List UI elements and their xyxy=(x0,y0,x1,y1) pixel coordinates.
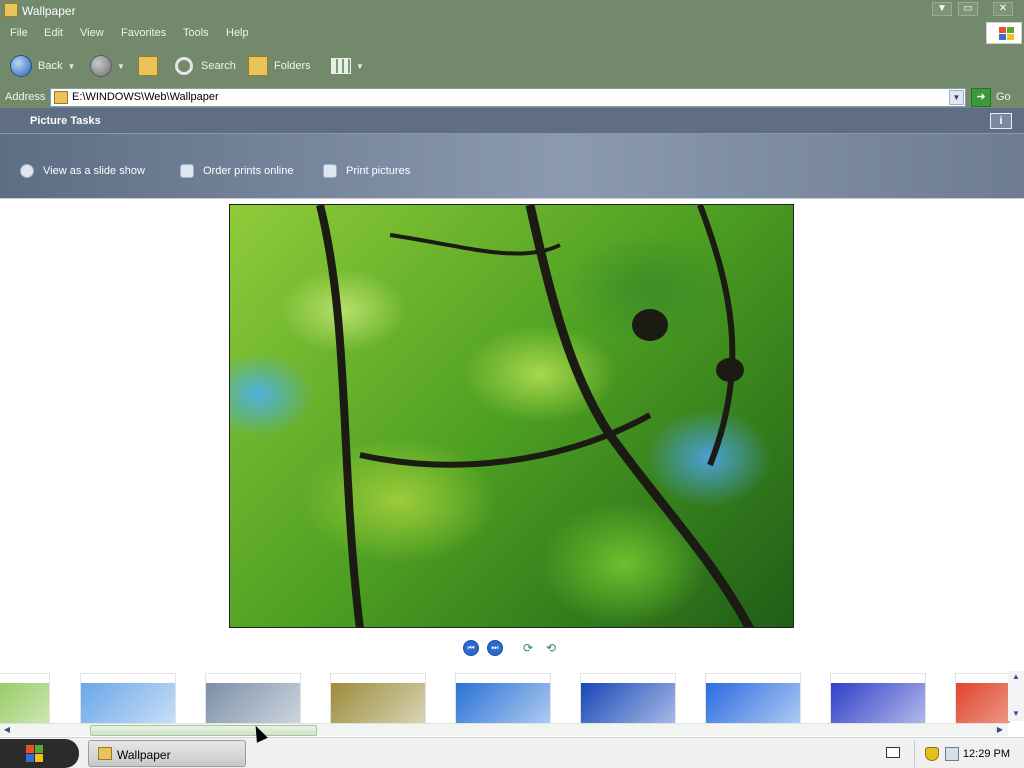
scroll-up-icon[interactable]: ▲ xyxy=(1011,672,1021,682)
thumbnail[interactable] xyxy=(705,673,801,723)
thumbnail-image xyxy=(206,683,300,723)
scrollbar-thumb[interactable] xyxy=(90,725,317,736)
clock[interactable]: 12:29 PM xyxy=(963,748,1010,760)
chevron-down-icon[interactable]: ▼ xyxy=(67,62,75,71)
go-arrow-icon[interactable]: ➜ xyxy=(971,88,991,107)
thumbnail[interactable] xyxy=(80,673,176,723)
filmstrip-horizontal-scrollbar[interactable]: ◀ ▶ xyxy=(0,723,1008,736)
thumbnail[interactable] xyxy=(955,673,1010,723)
thumbnail-image xyxy=(706,683,800,723)
previous-image-button[interactable]: ⏮ xyxy=(463,640,479,656)
title-bar: Wallpaper ▼ ▭ ✕ xyxy=(0,0,1024,21)
folders-label: Folders xyxy=(274,60,311,72)
taskbar: Wallpaper 12:29 PM xyxy=(0,737,1024,768)
thumbnail[interactable] xyxy=(0,673,50,723)
task-print-pictures[interactable]: Print pictures xyxy=(323,164,410,178)
address-bar: Address E:\WINDOWS\Web\Wallpaper ▼ ➜ Go xyxy=(0,87,1024,108)
chevron-down-icon[interactable]: ▼ xyxy=(949,90,964,105)
image-preview[interactable] xyxy=(229,204,794,628)
search-button[interactable]: Search xyxy=(175,53,236,79)
chevron-down-icon[interactable]: ▼ xyxy=(117,62,125,71)
scroll-right-icon[interactable]: ▶ xyxy=(994,724,1006,736)
thumbnail[interactable] xyxy=(205,673,301,723)
scroll-down-icon[interactable]: ▼ xyxy=(1011,709,1021,719)
menu-view[interactable]: View xyxy=(80,27,104,39)
filmstrip xyxy=(0,671,1010,723)
back-button[interactable]: Back ▼ xyxy=(10,53,75,79)
menu-favorites[interactable]: Favorites xyxy=(121,27,166,39)
folder-icon xyxy=(4,3,18,17)
picture-tasks-title: Picture Tasks xyxy=(30,115,101,127)
taskbar-window-button[interactable]: Wallpaper xyxy=(88,740,246,767)
minimize-button[interactable]: ▼ xyxy=(932,2,952,16)
task-label: View as a slide show xyxy=(43,165,145,177)
forward-arrow-icon xyxy=(90,55,112,77)
thumbnail-image xyxy=(331,683,425,723)
thumbnail[interactable] xyxy=(455,673,551,723)
search-icon xyxy=(175,57,193,75)
windows-logo-icon xyxy=(986,22,1022,44)
back-arrow-icon xyxy=(10,55,32,77)
menu-help[interactable]: Help xyxy=(226,27,249,39)
up-folder-icon xyxy=(138,56,158,76)
rotate-counterclockwise-icon[interactable]: ⟲ xyxy=(542,640,560,656)
next-image-button[interactable]: ⏭ xyxy=(487,640,503,656)
thumbnail-image xyxy=(456,683,550,723)
address-label: Address xyxy=(5,91,46,103)
task-slide-show[interactable]: View as a slide show xyxy=(20,164,145,178)
filmstrip-vertical-scrollbar[interactable]: ▲ ▼ xyxy=(1008,671,1024,721)
scroll-left-icon[interactable]: ◀ xyxy=(1,724,13,736)
thumbnail-image xyxy=(831,683,925,723)
address-input[interactable]: E:\WINDOWS\Web\Wallpaper ▼ xyxy=(50,88,966,107)
thumbnail-image xyxy=(581,683,675,723)
slideshow-icon xyxy=(20,164,34,178)
toolbar: Back ▼ ▼ Search Folders ▼ xyxy=(0,45,1024,87)
up-folder-button[interactable] xyxy=(138,53,158,79)
printer-icon xyxy=(323,164,337,178)
thumbnail-image xyxy=(956,683,1010,723)
security-shield-icon[interactable] xyxy=(925,747,939,761)
views-button[interactable]: ▼ xyxy=(331,53,364,79)
views-icon xyxy=(331,58,351,74)
folder-icon xyxy=(98,747,112,760)
branches-illustration xyxy=(316,205,754,627)
menu-file[interactable]: File xyxy=(10,27,28,39)
info-icon[interactable]: i xyxy=(990,113,1012,129)
window-title: Wallpaper xyxy=(22,4,76,18)
picture-tasks-panel: Picture Tasks i View as a slide show Ord… xyxy=(0,108,1024,198)
task-label: Order prints online xyxy=(203,165,294,177)
rotate-clockwise-icon[interactable]: ⟳ xyxy=(519,640,537,656)
go-button[interactable]: Go xyxy=(996,91,1011,103)
picture-tasks-header: Picture Tasks i xyxy=(0,108,1024,134)
maximize-button[interactable]: ▭ xyxy=(958,2,978,16)
windows-flag-icon xyxy=(26,745,43,762)
keyboard-icon[interactable] xyxy=(886,747,900,758)
network-icon[interactable] xyxy=(945,747,959,761)
address-value: E:\WINDOWS\Web\Wallpaper xyxy=(72,91,219,103)
back-label: Back xyxy=(38,60,63,72)
folders-icon xyxy=(248,56,268,76)
start-button[interactable] xyxy=(0,739,79,768)
search-label: Search xyxy=(201,60,236,72)
close-button[interactable]: ✕ xyxy=(993,2,1013,16)
system-tray: 12:29 PM xyxy=(914,740,1024,767)
thumbnail[interactable] xyxy=(580,673,676,723)
thumbnail[interactable] xyxy=(330,673,426,723)
menu-edit[interactable]: Edit xyxy=(44,27,63,39)
order-prints-icon xyxy=(180,164,194,178)
thumbnail[interactable] xyxy=(830,673,926,723)
task-order-prints[interactable]: Order prints online xyxy=(180,164,294,178)
taskbar-window-label: Wallpaper xyxy=(117,748,171,762)
folder-icon xyxy=(54,91,68,104)
thumbnail-image xyxy=(0,683,49,723)
filmstrip-view: ⏮ ⏭ ⟳ ⟲ ▲ ▼ ◀ ▶ xyxy=(0,198,1024,736)
folders-button[interactable]: Folders xyxy=(248,53,311,79)
menu-bar: File Edit View Favorites Tools Help xyxy=(0,21,1024,45)
thumbnail-image xyxy=(81,683,175,723)
task-label: Print pictures xyxy=(346,165,411,177)
menu-tools[interactable]: Tools xyxy=(183,27,209,39)
forward-button[interactable]: ▼ xyxy=(90,53,125,79)
chevron-down-icon[interactable]: ▼ xyxy=(356,62,364,71)
